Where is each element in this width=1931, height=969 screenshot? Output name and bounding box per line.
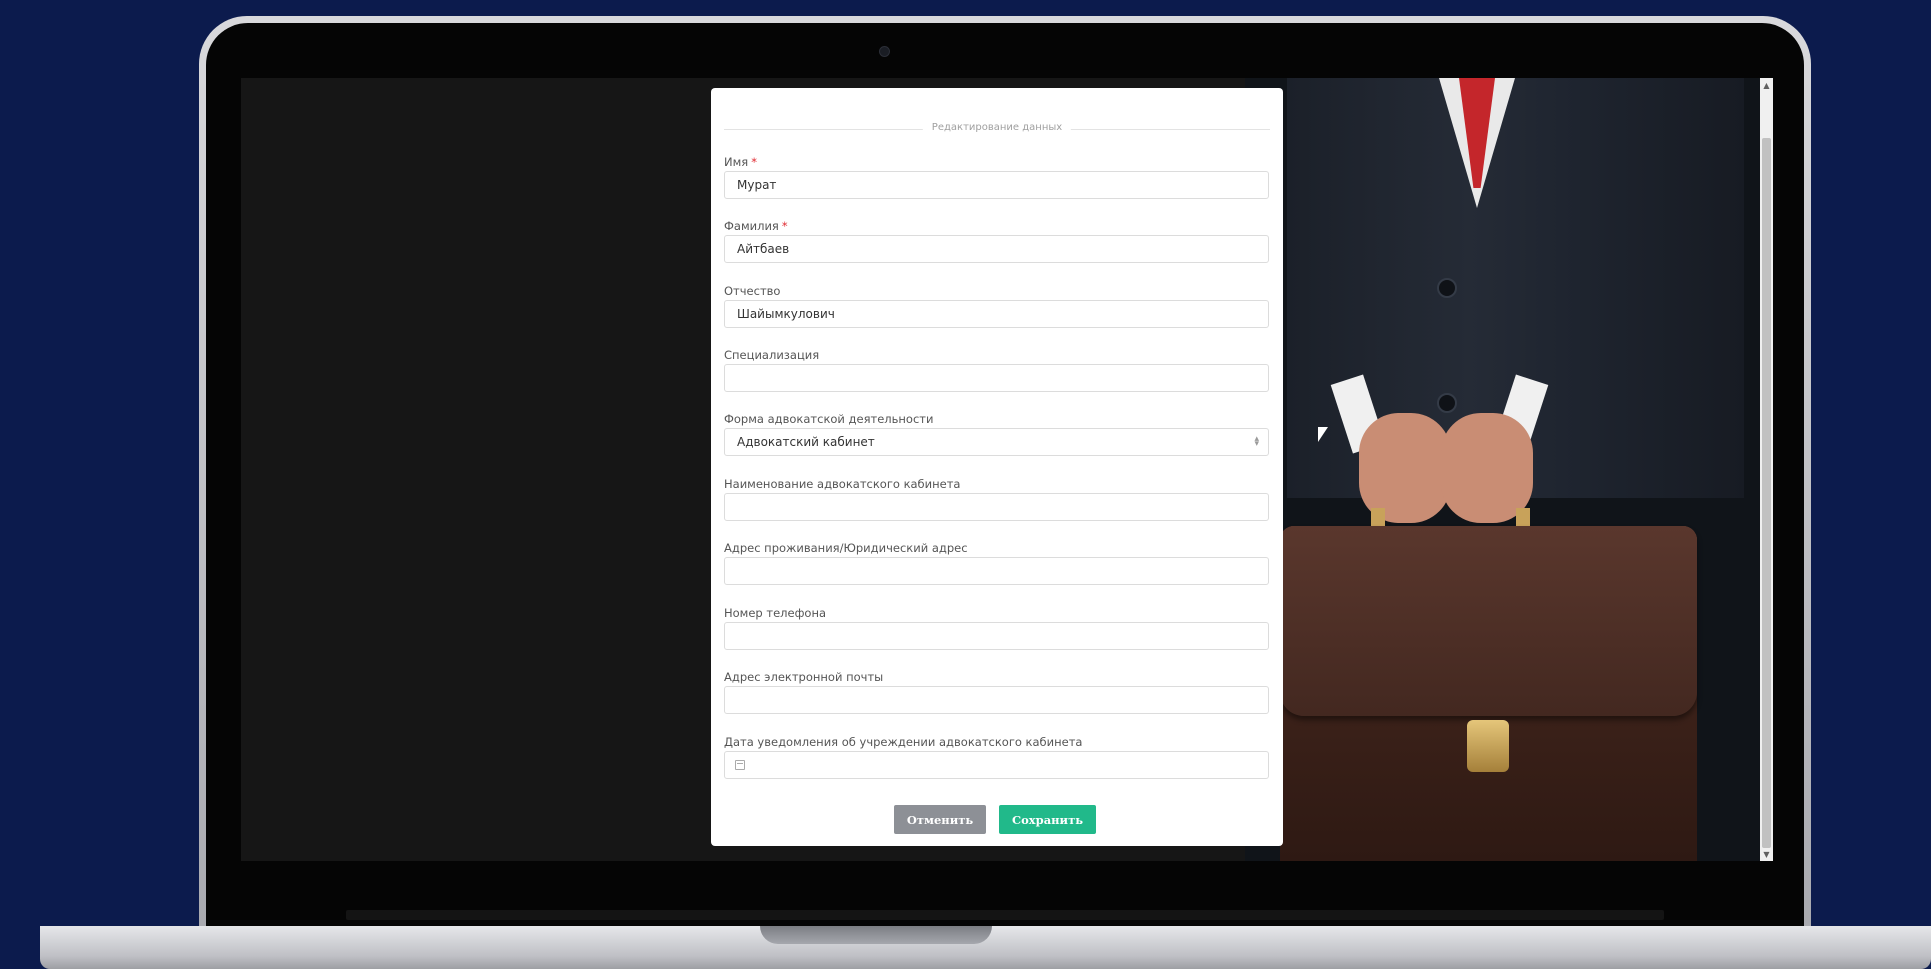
form-legend-title: Редактирование данных bbox=[922, 122, 1072, 133]
specialization-label: Специализация bbox=[724, 348, 820, 362]
scrollbar-thumb[interactable] bbox=[1762, 138, 1771, 848]
first-name-label: Имя * bbox=[724, 155, 757, 169]
briefcase-flap bbox=[1280, 526, 1697, 716]
office-name-input[interactable] bbox=[724, 493, 1269, 521]
address-input[interactable] bbox=[724, 557, 1269, 585]
email-label: Адрес электронной почты bbox=[724, 670, 884, 684]
phone-input[interactable] bbox=[724, 622, 1269, 650]
right-hand bbox=[1441, 413, 1533, 523]
webcam-icon bbox=[879, 46, 890, 57]
office-name-label: Наименование адвокатского кабинета bbox=[724, 477, 961, 491]
screen: ▲ ▼ Редактирование данных Имя* Фамилия* bbox=[241, 78, 1773, 861]
suit-button bbox=[1437, 278, 1457, 298]
briefcase-lock bbox=[1467, 720, 1509, 772]
laptop-lid: ▲ ▼ Редактирование данных Имя* Фамилия* bbox=[199, 16, 1811, 926]
last-name-label: Фамилия * bbox=[724, 219, 788, 233]
patronymic-input[interactable] bbox=[724, 300, 1269, 328]
page-scrollbar[interactable]: ▲ ▼ bbox=[1760, 78, 1773, 861]
mouse-cursor-icon bbox=[1318, 427, 1328, 442]
practice-form-select[interactable]: Адвокатский кабинет ▴ ▾ bbox=[724, 428, 1269, 456]
practice-form-value: Адвокатский кабинет bbox=[737, 435, 875, 449]
briefcase-handle-clip bbox=[1371, 508, 1385, 526]
screen-bezel: ▲ ▼ Редактирование данных Имя* Фамилия* bbox=[206, 23, 1804, 926]
patronymic-label: Отчество bbox=[724, 284, 781, 298]
left-hand bbox=[1359, 413, 1451, 523]
briefcase-handle-clip bbox=[1516, 508, 1530, 526]
edit-data-modal: Редактирование данных Имя* Фамилия* Отче… bbox=[711, 88, 1283, 846]
cancel-button[interactable]: Отменить bbox=[894, 805, 986, 834]
notification-date-input[interactable] bbox=[724, 751, 1269, 779]
first-name-input[interactable] bbox=[724, 171, 1269, 199]
email-input[interactable] bbox=[724, 686, 1269, 714]
scroll-up-arrow-icon[interactable]: ▲ bbox=[1760, 78, 1773, 92]
suit-button bbox=[1437, 393, 1457, 413]
notification-date-label: Дата уведомления об учреждении адвокатск… bbox=[724, 735, 1083, 749]
practice-form-label: Форма адвокатской деятельности bbox=[724, 412, 934, 426]
scroll-down-arrow-icon[interactable]: ▼ bbox=[1760, 847, 1773, 861]
phone-label: Номер телефона bbox=[724, 606, 827, 620]
specialization-input[interactable] bbox=[724, 364, 1269, 392]
laptop-opening-notch bbox=[760, 926, 992, 944]
form-legend: Редактирование данных bbox=[724, 122, 1270, 133]
save-button[interactable]: Сохранить bbox=[999, 805, 1096, 834]
last-name-input[interactable] bbox=[724, 235, 1269, 263]
chevron-up-down-icon: ▴ ▾ bbox=[1254, 434, 1259, 449]
bezel-bottom-strip bbox=[346, 910, 1664, 920]
calendar-icon bbox=[735, 760, 745, 770]
address-label: Адрес проживания/Юридический адрес bbox=[724, 541, 968, 555]
